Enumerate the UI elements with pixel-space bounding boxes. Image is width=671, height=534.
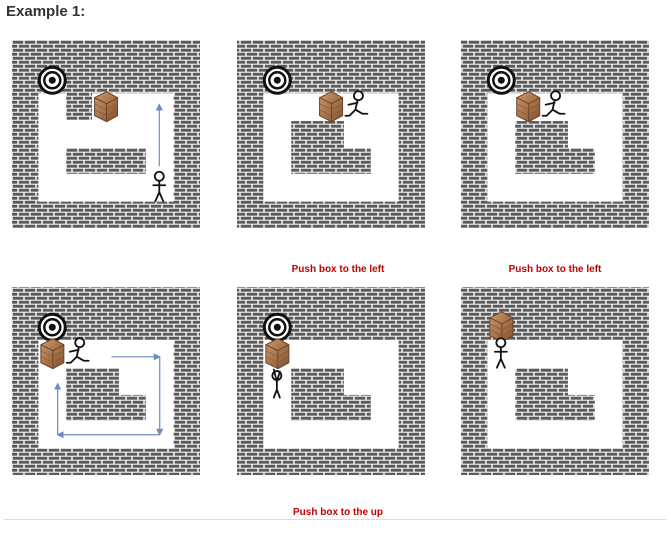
floor-tile <box>370 93 399 122</box>
floor-tile <box>343 340 372 369</box>
floor-tile <box>92 120 120 148</box>
floor-tile <box>92 173 120 202</box>
floor-tile <box>567 367 596 395</box>
box-icon <box>40 338 65 370</box>
floor-tile <box>38 93 67 122</box>
floor-tile <box>541 420 569 449</box>
floor-tile <box>594 340 623 369</box>
floor-tile <box>65 173 94 202</box>
floor-tile <box>38 146 67 175</box>
box-icon <box>516 91 541 123</box>
floor-tile <box>370 120 399 148</box>
panel-5 <box>237 287 425 475</box>
floor-tile <box>567 340 596 369</box>
floor-tile <box>514 340 543 369</box>
floor-tile <box>38 173 67 202</box>
floor-tile <box>487 173 516 202</box>
floor-tile <box>487 393 516 422</box>
floor-tile <box>118 120 147 148</box>
floor-tile <box>290 420 319 449</box>
floor-tile <box>263 120 292 148</box>
floor-tile <box>38 393 67 422</box>
box-icon <box>265 338 290 370</box>
target-icon <box>262 312 292 342</box>
target-icon <box>37 65 67 95</box>
floor-tile <box>567 120 596 148</box>
panel-6 <box>461 287 649 475</box>
floor-tile <box>118 367 147 395</box>
floor-tile <box>370 173 399 202</box>
floor-tile <box>514 420 543 449</box>
floor-tile <box>290 340 319 369</box>
box-icon <box>94 91 119 123</box>
floor-tile <box>487 120 516 148</box>
floor-tile <box>370 367 399 395</box>
floor-tile <box>317 340 345 369</box>
floor-tile <box>343 120 372 148</box>
floor-tile <box>594 93 623 122</box>
floor-tile <box>487 420 516 449</box>
floor-tile <box>118 173 147 202</box>
floor-tile <box>263 393 292 422</box>
floor-tile <box>290 173 319 202</box>
floor-tile <box>38 367 67 395</box>
floor-tile <box>317 173 345 202</box>
floor-tile <box>594 120 623 148</box>
target-icon <box>262 65 292 95</box>
floor-tile <box>343 367 372 395</box>
floor-tile <box>370 146 399 175</box>
floor-tile <box>118 93 147 122</box>
divider <box>4 519 667 520</box>
floor-tile <box>343 173 372 202</box>
floor-tile <box>92 340 120 369</box>
floor-tile <box>487 146 516 175</box>
floor-tile <box>65 120 94 148</box>
floor-tile <box>263 420 292 449</box>
floor-tile <box>594 146 623 175</box>
floor-tile <box>594 393 623 422</box>
floor-tile <box>514 173 543 202</box>
floor-tile <box>263 173 292 202</box>
floor-tile <box>567 420 596 449</box>
box-icon <box>319 91 344 123</box>
target-icon <box>486 65 516 95</box>
target-icon <box>37 312 67 342</box>
floor-tile <box>541 340 569 369</box>
floor-tile <box>263 93 292 122</box>
caption-panel-5: Push box to the up <box>293 507 383 518</box>
floor-tile <box>343 420 372 449</box>
caption-panel-3: Push box to the left <box>508 264 602 275</box>
panel-1 <box>12 40 200 228</box>
floor-tile <box>594 420 623 449</box>
floor-tile <box>317 420 345 449</box>
floor-tile <box>263 146 292 175</box>
panel-3 <box>461 40 649 228</box>
floor-tile <box>487 93 516 122</box>
floor-tile <box>370 340 399 369</box>
floor-tile <box>567 173 596 202</box>
floor-tile <box>594 367 623 395</box>
floor-tile <box>541 173 569 202</box>
caption-panel-2: Push box to the left <box>291 264 385 275</box>
floor-tile <box>370 420 399 449</box>
floor-tile <box>290 93 319 122</box>
floor-tile <box>567 93 596 122</box>
floor-tile <box>487 367 516 395</box>
panel-2 <box>237 40 425 228</box>
floor-tile <box>118 340 147 369</box>
floor-tile <box>370 393 399 422</box>
floor-tile <box>38 120 67 148</box>
panel-4 <box>12 287 200 475</box>
floor-tile <box>594 173 623 202</box>
